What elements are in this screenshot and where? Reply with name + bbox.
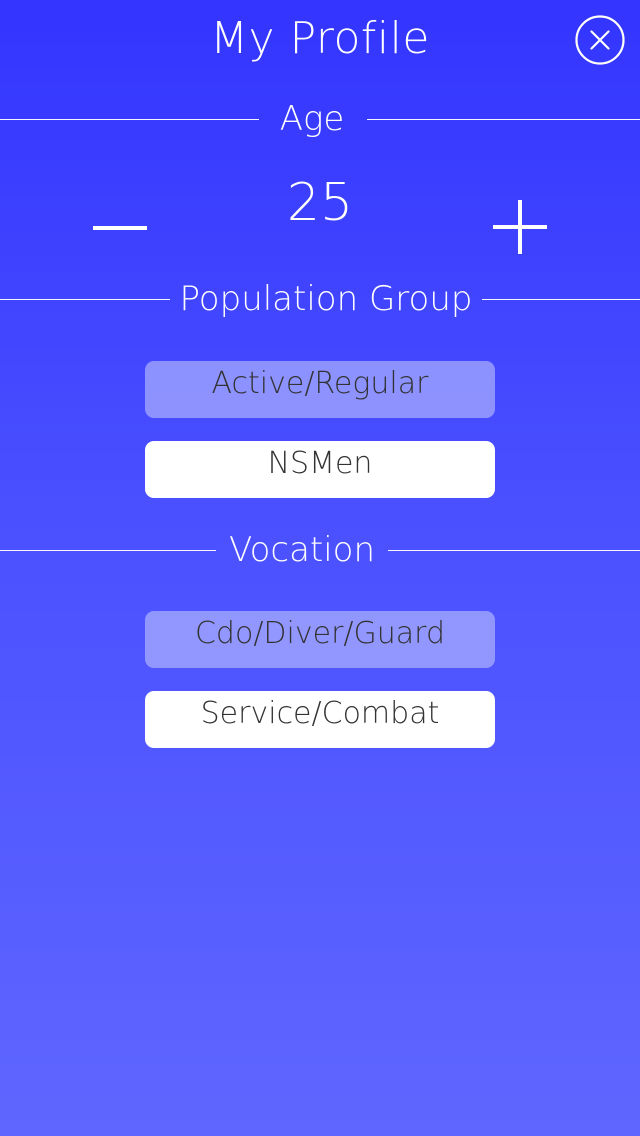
population-group-section-header: Population Group (0, 274, 640, 324)
increment-age-button[interactable] (485, 190, 555, 260)
divider-line (388, 550, 640, 551)
vocation-option-service-combat[interactable]: Service/Combat (145, 691, 495, 748)
vocation-section-header: Vocation (0, 525, 640, 575)
close-circle-icon (575, 15, 625, 65)
page-title: My Profile (210, 13, 430, 64)
age-section-header: Age (0, 94, 640, 144)
divider-line (482, 299, 640, 300)
plus-icon (493, 200, 547, 254)
population-option-nsmen[interactable]: NSMen (145, 441, 495, 498)
population-option-active-regular[interactable]: Active/Regular (145, 361, 495, 418)
divider-line (367, 119, 640, 120)
vocation-option-cdo-diver-guard[interactable]: Cdo/Diver/Guard (145, 611, 495, 668)
close-button[interactable] (575, 15, 625, 65)
